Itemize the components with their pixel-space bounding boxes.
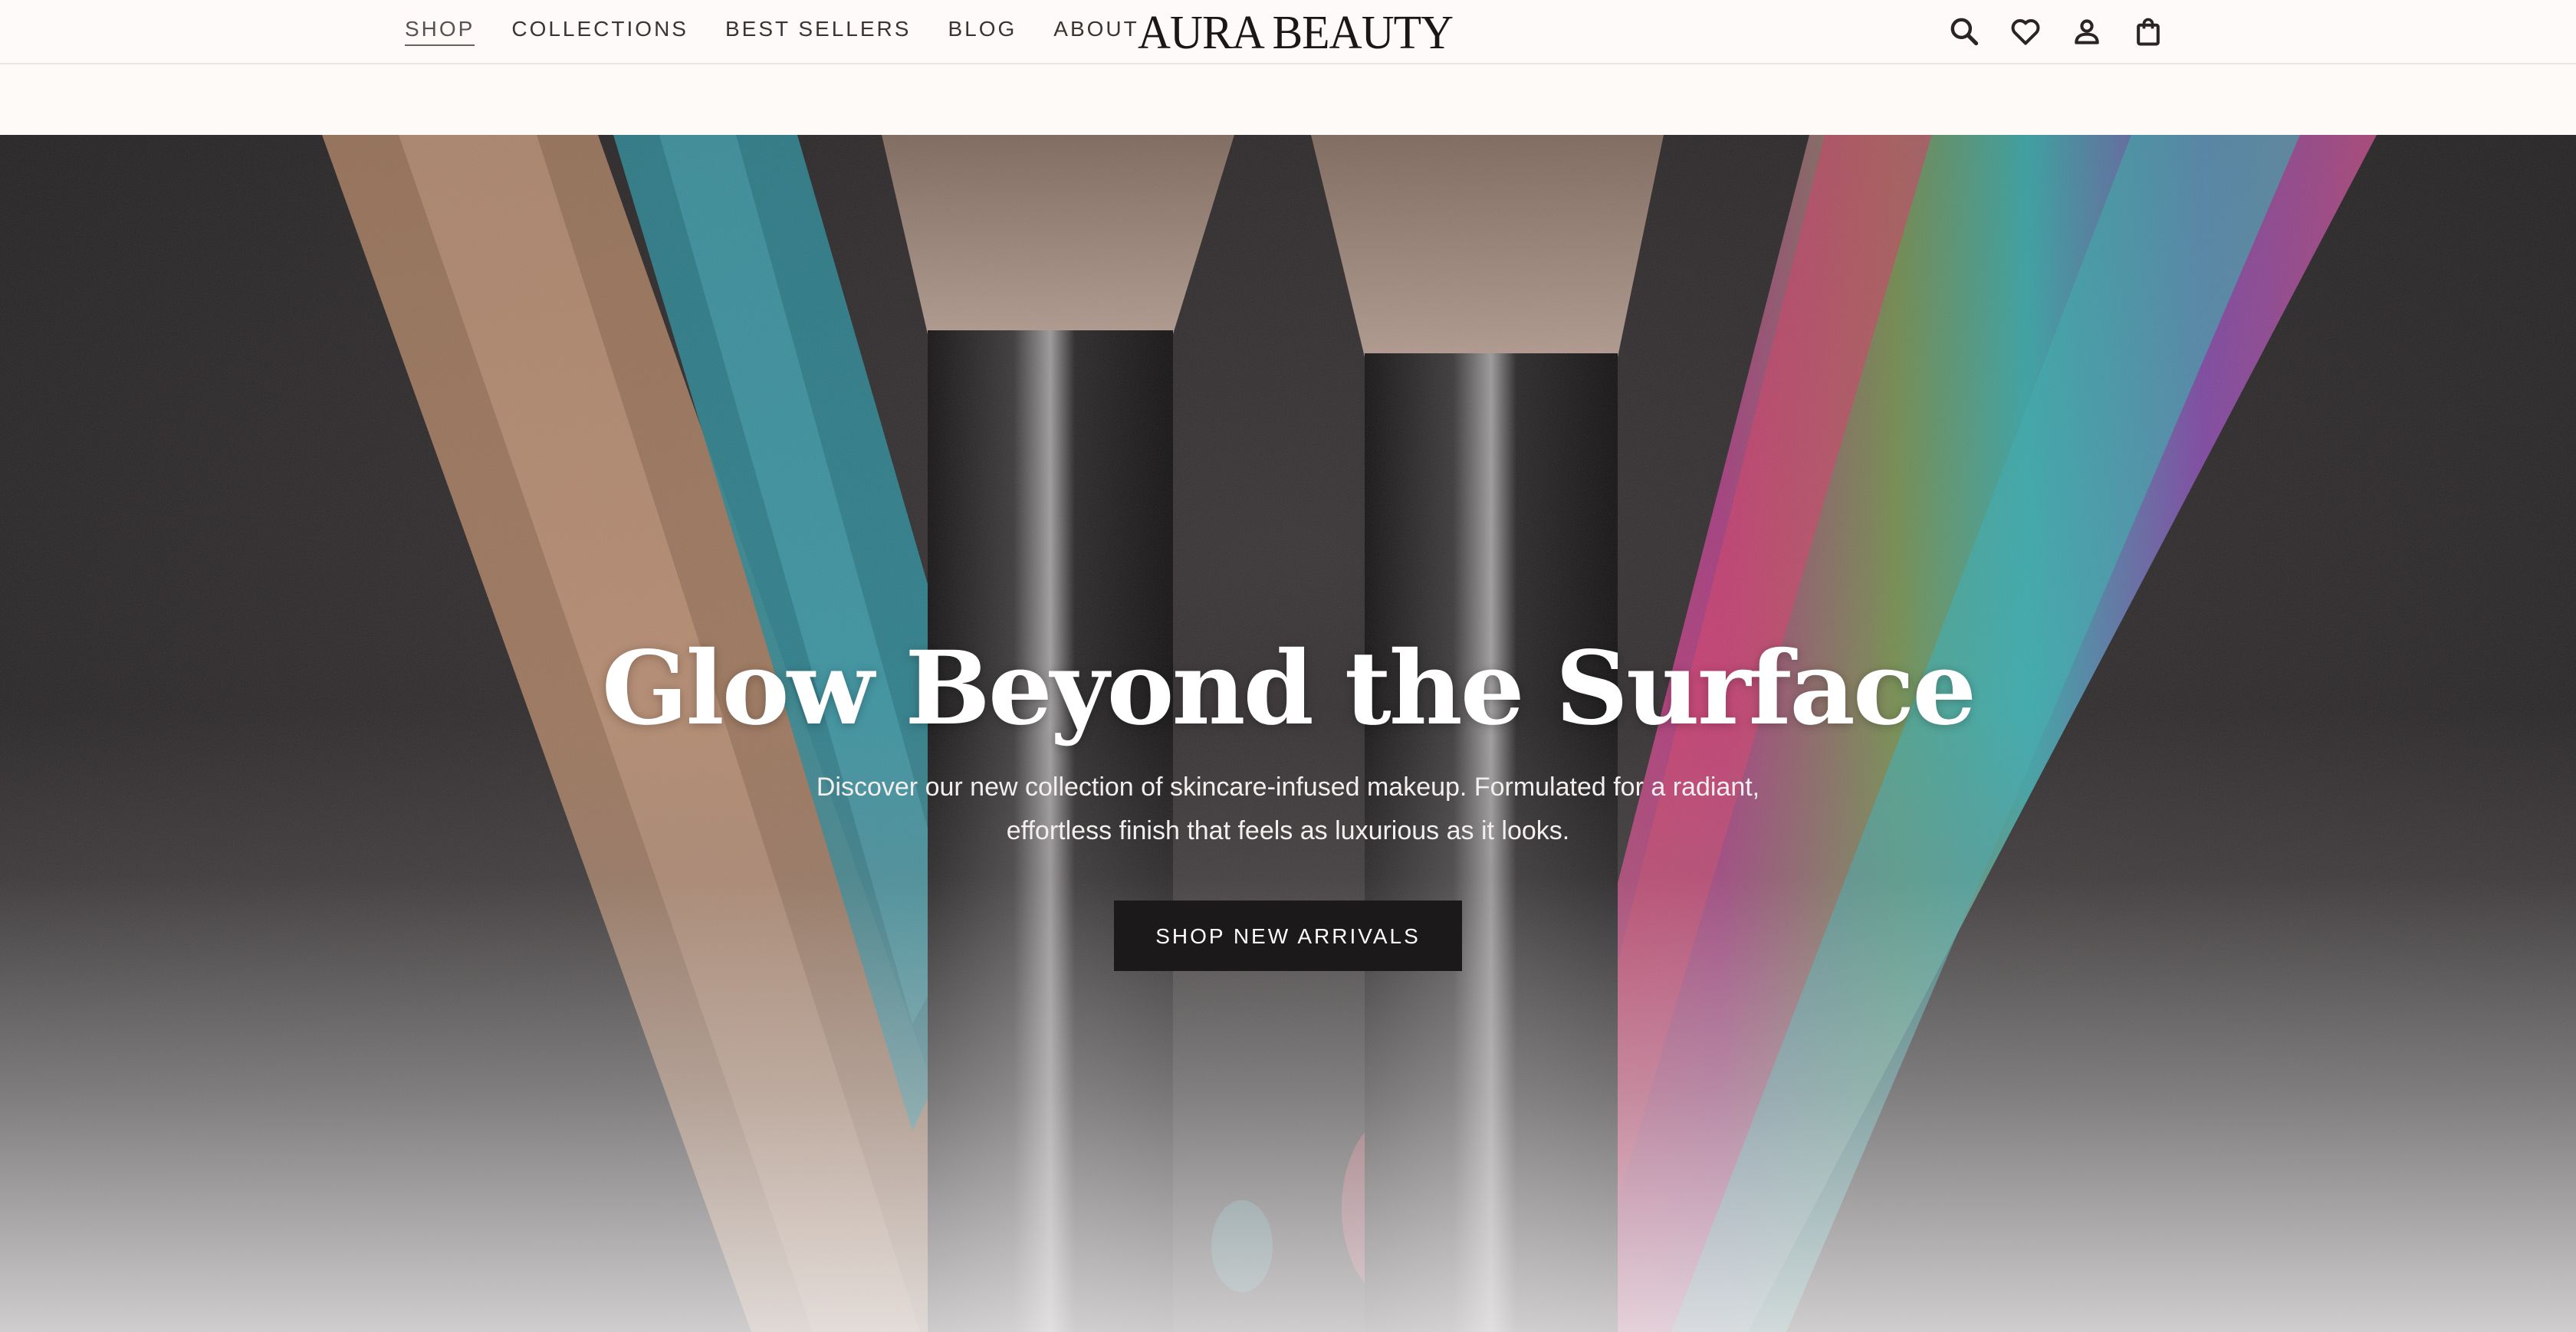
hero-subtitle: Discover our new collection of skincare-… bbox=[816, 773, 1760, 846]
header-actions bbox=[1947, 11, 2165, 52]
hero-content: Glow Beyond the Surface Discover our new… bbox=[0, 629, 2576, 972]
main-nav: SHOP COLLECTIONS BEST SELLERS BLOG ABOUT bbox=[405, 0, 1139, 64]
nav-collections[interactable]: COLLECTIONS bbox=[511, 18, 688, 46]
hero-title: Glow Beyond the Surface bbox=[601, 629, 1976, 748]
shopping-bag-icon[interactable] bbox=[2131, 15, 2165, 48]
heart-icon[interactable] bbox=[2009, 15, 2042, 48]
search-icon[interactable] bbox=[1947, 15, 1981, 48]
nav-about[interactable]: ABOUT bbox=[1053, 18, 1138, 46]
nav-blog[interactable]: BLOG bbox=[948, 18, 1017, 46]
site-header: SHOP COLLECTIONS BEST SELLERS BLOG ABOUT… bbox=[0, 0, 2576, 64]
nav-shop[interactable]: SHOP bbox=[405, 18, 475, 46]
brand-logo[interactable]: AURA BEAUTY bbox=[1138, 7, 1454, 59]
shop-new-arrivals-button[interactable]: SHOP NEW ARRIVALS bbox=[1114, 901, 1462, 972]
user-icon[interactable] bbox=[2070, 15, 2104, 48]
hero-banner: Glow Beyond the Surface Discover our new… bbox=[0, 135, 2576, 1332]
nav-best-sellers[interactable]: BEST SELLERS bbox=[725, 18, 911, 46]
